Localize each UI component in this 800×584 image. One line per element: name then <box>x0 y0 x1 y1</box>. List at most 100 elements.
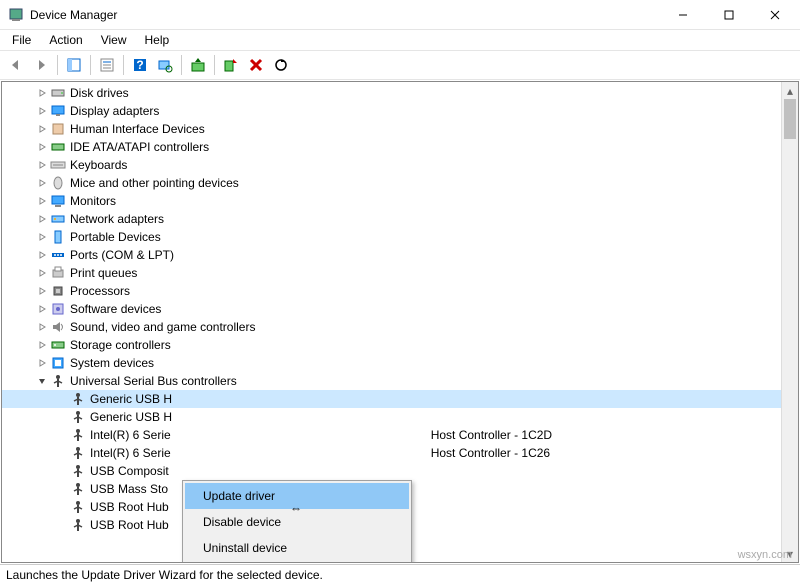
expand-icon[interactable] <box>34 322 50 332</box>
menu-file[interactable]: File <box>4 31 39 49</box>
usb-icon <box>70 499 86 515</box>
expand-icon[interactable] <box>34 340 50 350</box>
tree-label: Portable Devices <box>70 230 161 244</box>
minimize-button[interactable] <box>660 0 706 30</box>
menu-help[interactable]: Help <box>137 31 178 49</box>
expand-icon[interactable] <box>34 160 50 170</box>
tree-category[interactable]: Monitors <box>2 192 798 210</box>
usb-icon <box>50 373 66 389</box>
sound-icon <box>50 319 66 335</box>
tree-label: Software devices <box>70 302 161 316</box>
context-disable-device[interactable]: Disable device <box>185 509 409 535</box>
usb-icon <box>70 409 86 425</box>
tree-label: Network adapters <box>70 212 164 226</box>
window-title: Device Manager <box>30 8 660 22</box>
tree-device[interactable]: Intel(R) 6 Serie Host Controller - 1C26 <box>2 444 798 462</box>
status-bar: Launches the Update Driver Wizard for th… <box>0 564 800 584</box>
system-icon <box>50 355 66 371</box>
expand-icon[interactable] <box>34 106 50 116</box>
tree-label: USB Composit <box>90 464 169 478</box>
tree-device[interactable]: Generic USB H <box>2 390 798 408</box>
tree-category[interactable]: IDE ATA/ATAPI controllers <box>2 138 798 156</box>
tree-category[interactable]: System devices <box>2 354 798 372</box>
tree-label: Storage controllers <box>70 338 171 352</box>
display-icon <box>50 103 66 119</box>
scan-hardware-button[interactable] <box>153 53 177 77</box>
vertical-scrollbar[interactable]: ▴ ▾ <box>781 82 798 562</box>
usb-icon <box>70 517 86 533</box>
expand-icon[interactable] <box>34 304 50 314</box>
forward-button[interactable] <box>29 53 53 77</box>
tree-category[interactable]: Storage controllers <box>2 336 798 354</box>
tree-device[interactable]: USB Composit <box>2 462 798 480</box>
expand-icon[interactable] <box>34 214 50 224</box>
tree-category[interactable]: Print queues <box>2 264 798 282</box>
tree-device[interactable]: Intel(R) 6 SerieHost Controller - 1C2D <box>2 426 798 444</box>
device-suffix: Host Controller - 1C26 <box>431 446 550 460</box>
tree-category[interactable]: Ports (COM & LPT) <box>2 246 798 264</box>
expand-icon[interactable] <box>34 286 50 296</box>
tree-category[interactable]: Display adapters <box>2 102 798 120</box>
show-hide-tree-button[interactable] <box>62 53 86 77</box>
help-button[interactable]: ? <box>128 53 152 77</box>
tree-label: USB Root Hub <box>90 500 169 514</box>
hid-icon <box>50 121 66 137</box>
tree-label: Disk drives <box>70 86 129 100</box>
tree-label: Processors <box>70 284 130 298</box>
keyboard-icon <box>50 157 66 173</box>
tree-label: IDE ATA/ATAPI controllers <box>70 140 209 154</box>
tree-label: Mice and other pointing devices <box>70 176 239 190</box>
app-icon <box>8 7 24 23</box>
tree-category[interactable]: Disk drives <box>2 84 798 102</box>
disable-device-button[interactable] <box>219 53 243 77</box>
expand-icon[interactable] <box>34 124 50 134</box>
expand-icon[interactable] <box>34 88 50 98</box>
tree-label: System devices <box>70 356 154 370</box>
close-button[interactable] <box>752 0 798 30</box>
uninstall-device-button[interactable] <box>244 53 268 77</box>
properties-button[interactable] <box>95 53 119 77</box>
scroll-up-arrow[interactable]: ▴ <box>782 82 798 99</box>
expand-icon[interactable] <box>34 268 50 278</box>
tree-category[interactable]: Processors <box>2 282 798 300</box>
tree-label: Universal Serial Bus controllers <box>70 374 237 388</box>
context-update-driver[interactable]: Update driver <box>185 483 409 509</box>
tree-label: Intel(R) 6 Serie <box>90 446 171 460</box>
tree-category[interactable]: Network adapters <box>2 210 798 228</box>
update-driver-button[interactable] <box>186 53 210 77</box>
scroll-thumb[interactable] <box>784 99 796 139</box>
tree-category[interactable]: Human Interface Devices <box>2 120 798 138</box>
tree-category[interactable]: Sound, video and game controllers <box>2 318 798 336</box>
tree-label: Intel(R) 6 Serie <box>90 428 171 442</box>
tree-label: Human Interface Devices <box>70 122 205 136</box>
title-bar: Device Manager <box>0 0 800 30</box>
tree-category[interactable]: Portable Devices <box>2 228 798 246</box>
usb-icon <box>70 463 86 479</box>
tree-label: Monitors <box>70 194 116 208</box>
expand-icon[interactable] <box>34 232 50 242</box>
tree-label: Ports (COM & LPT) <box>70 248 174 262</box>
tree-label: Sound, video and game controllers <box>70 320 255 334</box>
menu-action[interactable]: Action <box>41 31 90 49</box>
back-button[interactable] <box>4 53 28 77</box>
toolbar: ? <box>0 50 800 80</box>
expand-icon[interactable] <box>34 178 50 188</box>
expand-icon[interactable] <box>34 250 50 260</box>
menu-view[interactable]: View <box>93 31 135 49</box>
expand-icon[interactable] <box>34 196 50 206</box>
tree-category[interactable]: Keyboards <box>2 156 798 174</box>
refresh-button[interactable] <box>269 53 293 77</box>
maximize-button[interactable] <box>706 0 752 30</box>
tree-category[interactable]: Software devices <box>2 300 798 318</box>
tree-category[interactable]: Mice and other pointing devices <box>2 174 798 192</box>
device-tree-pane: Disk drives Display adapters Human Interfa… <box>1 81 799 563</box>
tree-label: Print queues <box>70 266 137 280</box>
expand-icon[interactable] <box>34 358 50 368</box>
tree-device[interactable]: Generic USB H <box>2 408 798 426</box>
usb-icon <box>70 445 86 461</box>
tree-label: Display adapters <box>70 104 159 118</box>
expand-icon[interactable] <box>34 376 50 386</box>
expand-icon[interactable] <box>34 142 50 152</box>
tree-category[interactable]: Universal Serial Bus controllers <box>2 372 798 390</box>
context-uninstall-device[interactable]: Uninstall device <box>185 535 409 561</box>
